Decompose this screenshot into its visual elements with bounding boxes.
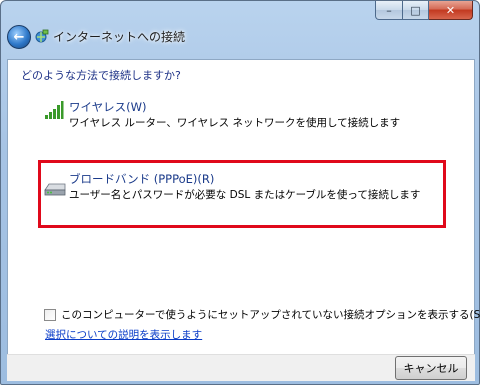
minimize-button[interactable]: – — [375, 1, 403, 20]
option-broadband-description: ユーザー名とパスワードが必要な DSL またはケーブルを使って接続します — [69, 189, 421, 201]
main-content: どのような方法で接続しますか? ワイヤレス(W) ワイヤレス ルーター、ワイヤレ… — [7, 59, 480, 356]
cancel-button[interactable]: キャンセル — [395, 356, 467, 380]
option-wireless-description: ワイヤレス ルーター、ワイヤレス ネットワークを使用して接続します — [69, 117, 401, 129]
broadband-modem-icon — [44, 183, 66, 196]
caption-buttons: – □ ✕ — [375, 1, 473, 21]
back-arrow-icon: ← — [13, 29, 25, 45]
option-wireless-title: ワイヤレス(W) — [69, 100, 147, 114]
wireless-signal-icon — [45, 101, 64, 119]
maximize-button[interactable]: □ — [403, 1, 429, 20]
network-globe-icon — [35, 29, 49, 43]
show-unsetup-options-row[interactable]: このコンピューターで使うようにセットアップされていない接続オプションを表示する(… — [44, 307, 480, 322]
show-unsetup-options-label[interactable]: このコンピューターで使うようにセットアップされていない接続オプションを表示する(… — [61, 307, 480, 322]
option-broadband-highlighted[interactable]: ブロードバンド (PPPoE)(R) ユーザー名とパスワードが必要な DSL ま… — [38, 160, 446, 228]
window-title: インターネットへの接続 — [53, 30, 186, 44]
help-link[interactable]: 選択についての説明を表示します — [45, 327, 202, 342]
dialog-footer: キャンセル — [7, 354, 475, 381]
option-broadband-title: ブロードバンド (PPPoE)(R) — [69, 172, 215, 186]
title-bar: – □ ✕ ← インターネットへの接続 — [1, 1, 479, 59]
option-wireless[interactable]: ワイヤレス(W) ワイヤレス ルーター、ワイヤレス ネットワークを使用して接続し… — [39, 96, 445, 146]
back-button[interactable]: ← — [7, 25, 31, 49]
page-question: どのような方法で接続しますか? — [21, 69, 181, 82]
show-unsetup-options-checkbox[interactable] — [44, 308, 56, 321]
close-button[interactable]: ✕ — [429, 1, 473, 20]
dialog-window: – □ ✕ ← インターネットへの接続 どのような方法で接続しますか? ワイヤレ… — [0, 0, 480, 385]
